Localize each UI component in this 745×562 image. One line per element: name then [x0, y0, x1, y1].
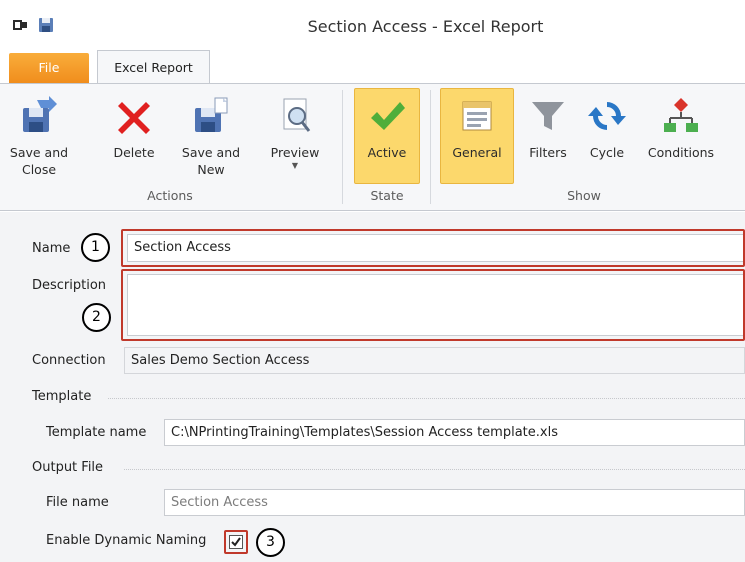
filters-label: Filters	[529, 145, 567, 160]
group-label-actions: Actions	[147, 188, 193, 203]
save-close-label: Save and Close	[9, 145, 69, 177]
name-label: Name	[32, 241, 71, 256]
tab-file[interactable]: File	[9, 53, 89, 84]
template-name-input[interactable]: C:\NPrintingTraining\Templates\Session A…	[164, 419, 745, 446]
save-close-icon	[19, 96, 59, 136]
filters-button[interactable]: Filters	[520, 96, 576, 161]
save-close-button[interactable]: Save and Close	[8, 96, 70, 178]
dynamic-naming-label: Enable Dynamic Naming	[46, 533, 207, 548]
active-button[interactable]: Active	[354, 88, 420, 184]
callout-2: 2	[82, 303, 111, 332]
preview-label: Preview	[270, 145, 320, 160]
description-label: Description	[32, 278, 107, 293]
general-label: General	[452, 145, 502, 160]
connection-field[interactable]: Sales Demo Section Access	[124, 347, 745, 374]
conditions-flowchart-icon	[661, 96, 701, 136]
annotation-box-checkbox	[224, 530, 248, 554]
window-title: Section Access - Excel Report	[307, 17, 544, 36]
preview-icon	[275, 96, 315, 136]
active-label: Active	[367, 145, 407, 160]
conditions-button[interactable]: Conditions	[640, 96, 722, 161]
cycle-label: Cycle	[589, 145, 625, 160]
general-form-icon	[457, 96, 497, 136]
save-new-label: Save and New	[181, 145, 241, 177]
section-divider	[108, 398, 745, 399]
ribbon: Save and Close Delete Save and New Previ…	[0, 83, 745, 211]
save-new-button[interactable]: Save and New	[180, 96, 242, 178]
group-label-show: Show	[567, 188, 601, 203]
general-button[interactable]: General	[440, 88, 514, 184]
delete-label: Delete	[113, 145, 155, 160]
tab-excel-report[interactable]: Excel Report	[97, 50, 210, 85]
section-divider	[124, 469, 745, 470]
group-separator	[430, 90, 431, 204]
annotation-box-description	[121, 269, 745, 341]
connection-label: Connection	[32, 353, 106, 368]
callout-1: 1	[81, 233, 110, 262]
group-separator	[342, 90, 343, 204]
delete-icon	[114, 96, 154, 136]
output-file-section-header: Output File	[32, 460, 104, 475]
ribbon-tabs: File Excel Report	[0, 44, 745, 85]
cycle-button[interactable]: Cycle	[580, 96, 634, 161]
template-section-header: Template	[32, 389, 92, 404]
conditions-label: Conditions	[647, 145, 715, 160]
preview-dropdown-icon[interactable]: ▼	[262, 161, 328, 170]
file-name-input[interactable]: Section Access	[164, 489, 745, 516]
checkmark-icon	[367, 96, 407, 136]
group-label-state: State	[370, 188, 404, 203]
cycle-refresh-icon	[587, 96, 627, 136]
file-name-label: File name	[46, 495, 109, 510]
preview-button[interactable]: Preview ▼	[262, 96, 328, 170]
report-form: Name 1 Section Access Description 2 Conn…	[0, 212, 745, 562]
template-name-label: Template name	[46, 425, 147, 440]
callout-3: 3	[256, 528, 285, 557]
save-new-icon	[191, 96, 231, 136]
delete-button[interactable]: Delete	[108, 96, 160, 161]
annotation-box-name	[121, 229, 745, 267]
title-bar: Section Access - Excel Report	[0, 0, 745, 44]
filter-funnel-icon	[528, 96, 568, 136]
